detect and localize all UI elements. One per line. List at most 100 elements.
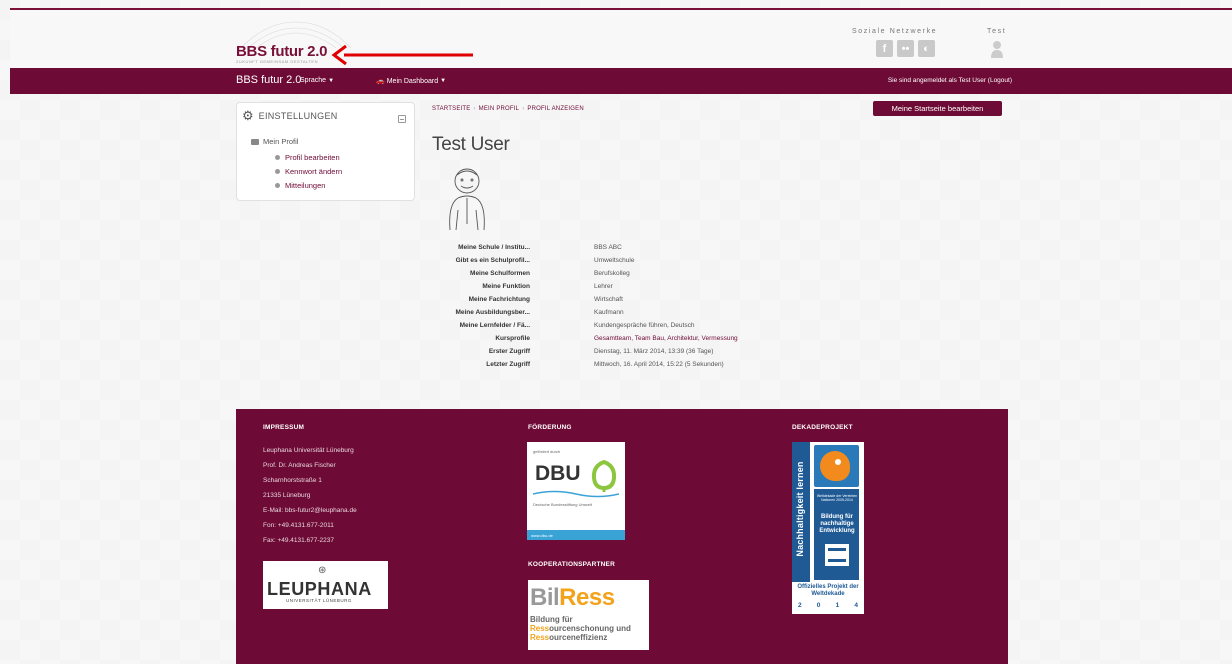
bullet-icon [275, 169, 280, 174]
dbu-subtitle: Deutsche Bundesstiftung Umwelt [533, 502, 592, 507]
impressum-line: Leuphana Universität Lüneburg [263, 447, 354, 454]
impressum-line: 21335 Lüneburg [263, 492, 311, 499]
impressum-email[interactable]: E-Mail: bbs-futur2@leuphana.de [263, 507, 357, 514]
login-status[interactable]: Sie sind angemeldet als Test User (Logou… [888, 77, 1012, 84]
dekade-small-text: Weltdekade der Vereinten Nationen 2005-2… [816, 494, 858, 502]
dashboard-icon: 🚗 [376, 78, 385, 85]
bilress-name: BilRess [530, 584, 615, 612]
impressum-line: Prof. Dr. Andreas Fischer [263, 462, 336, 469]
dbu-name: DBU [535, 462, 581, 485]
settings-title: EINSTELLUNGEN [258, 110, 338, 121]
tree-item-edit-profile[interactable]: Profil bearbeiten [275, 153, 340, 162]
red-arrow-annotation-icon [331, 45, 473, 65]
leuphana-name: LEUPHANA [267, 579, 372, 599]
circle-icon[interactable]: ◐ [918, 40, 935, 57]
dekade-logo[interactable]: Nachhaltigkeit lernen Weltdekade der Ver… [792, 442, 864, 614]
profile-label: Kursprofile [495, 335, 530, 342]
logo-subtitle: ZUKUNFT GEMEINSAM GESTALTEN [236, 59, 318, 64]
impressum-fax: Fax: +49.4131.677-2237 [263, 537, 335, 544]
breadcrumb-separator: › [522, 106, 525, 112]
bilress-logo[interactable]: BilRess Bildung für Ressourcenschonung u… [528, 580, 649, 650]
profile-row: Gibt es ein Schulprofil... Umweltschule [400, 257, 800, 269]
footer: IMPRESSUM Leuphana Universität Lüneburg … [236, 409, 1008, 664]
bilress-text: ourceneffizienz [549, 633, 608, 642]
dbu-url: www.dbu.de [531, 533, 553, 538]
dekade-bfne-text: Bildung für nachhaltige Entwicklung [819, 514, 855, 534]
nav-language-menu[interactable]: Sprache ▼ [300, 77, 334, 84]
profile-value: BBS ABC [594, 244, 622, 251]
profile-row: Meine Funktion Lehrer [400, 283, 800, 295]
dekade-year-digit: 1 [835, 602, 840, 609]
dekade-face-shape [820, 451, 850, 481]
tree-root-label: Mein Profil [263, 137, 299, 146]
profile-row: Letzter Zugriff Mittwoch, 16. April 2014… [400, 361, 800, 373]
leuphana-logo[interactable]: ⊛ LEUPHANA UNIVERSITÄT LÜNEBURG [263, 561, 388, 609]
impressum-title: IMPRESSUM [263, 424, 305, 431]
logo-title: BBS futur 2.0 [236, 43, 328, 60]
dbu-wave-icon [533, 490, 619, 498]
breadcrumb: STARTSEITE › MEIN PROFIL › PROFIL ANZEIGEN [432, 106, 584, 112]
avatar [449, 168, 485, 231]
facebook-icon[interactable]: f [876, 40, 893, 57]
profile-value: Umweltschule [594, 257, 635, 264]
profile-label: Meine Schule / Institu... [458, 244, 530, 251]
profile-row: Erster Zugriff Dienstag, 11. März 2014, … [400, 348, 800, 360]
bullet-icon [275, 155, 280, 160]
profile-row: Meine Schule / Institu... BBS ABC [400, 244, 800, 256]
dekade-title: DEKADEPROJEKT [792, 424, 853, 431]
bilress-text: ourcenschonung und [549, 624, 631, 633]
profile-value: Wirtschaft [594, 296, 623, 303]
profile-row: Meine Schulformen Berufskolleg [400, 270, 800, 282]
dbu-leaf-icon [591, 460, 617, 492]
dekade-year-digit: 2 [798, 602, 802, 609]
dbu-logo[interactable]: gefördert durch DBU Deutsche Bundesstift… [527, 442, 625, 540]
nav-dashboard-label: Mein Dashboard [386, 77, 439, 85]
nav-language-label: Sprache [300, 77, 327, 84]
collapse-icon[interactable] [398, 115, 406, 123]
profile-label: Meine Fachrichtung [468, 296, 530, 303]
dbu-top-text: gefördert durch [533, 449, 561, 454]
edit-homepage-button[interactable]: Meine Startseite bearbeiten [873, 101, 1002, 116]
profile-label: Letzter Zugriff [486, 361, 530, 368]
unesco-temple-shape [828, 548, 846, 562]
profile-row: Meine Ausbildungsber... Kaufmann [400, 309, 800, 321]
chevron-down-icon: ▼ [440, 78, 447, 84]
nav-dashboard-menu[interactable]: 🚗 Mein Dashboard ▼ [376, 77, 447, 86]
tree-item-messages[interactable]: Mitteilungen [275, 181, 325, 190]
profile-value: Lehrer [594, 283, 613, 290]
navbar: BBS futur 2.0 Sprache ▼ 🚗 Mein Dashboard… [10, 68, 1232, 94]
flickr-icon[interactable]: •• [897, 40, 914, 57]
bilress-line: Bildung für [530, 615, 573, 624]
settings-block: ⚙ EINSTELLUNGEN Mein Profil Profil bearb… [236, 102, 415, 201]
dekade-vertical-band: Nachhaltigkeit lernen [792, 442, 810, 582]
foerderung-title: FÖRDERUNG [528, 424, 572, 431]
profile-label: Meine Ausbildungsber... [455, 309, 530, 316]
dekade-face-icon [814, 445, 859, 487]
course-profile-links[interactable]: Gesamtteam, Team Bau, Architektur, Verme… [594, 335, 738, 342]
tree-item-change-password[interactable]: Kennwort ändern [275, 167, 342, 176]
breadcrumb-profile[interactable]: MEIN PROFIL [479, 106, 520, 112]
tree-item-label: Kennwort ändern [285, 167, 343, 176]
profile-row: Meine Lernfelder / Fä... Kundengespräche… [400, 322, 800, 334]
dekade-official-text: Offizielles Projekt der Weltdekade [797, 584, 859, 597]
page-title: Test User [432, 134, 510, 155]
nav-brand[interactable]: BBS futur 2.0 [236, 74, 301, 86]
settings-header: ⚙ EINSTELLUNGEN [242, 109, 338, 122]
profile-label: Gibt es ein Schulprofil... [455, 257, 530, 264]
header [10, 10, 1232, 68]
bilress-highlight: Ress [530, 633, 550, 642]
user-silhouette-icon[interactable] [990, 40, 1004, 58]
chevron-down-icon: ▼ [328, 77, 335, 84]
breadcrumb-view-profile[interactable]: PROFIL ANZEIGEN [527, 106, 583, 112]
profile-row: Meine Fachrichtung Wirtschaft [400, 296, 800, 308]
gears-icon: ⚙ [242, 108, 254, 123]
profile-label: Erster Zugriff [488, 348, 530, 355]
bilress-line: Ressourceneffizienz [530, 633, 631, 642]
social-networks-title: Soziale Netzwerke [852, 28, 938, 35]
bullet-icon [275, 183, 280, 188]
bilress-line: Ressourcenschonung und [530, 624, 631, 633]
breadcrumb-home[interactable]: STARTSEITE [432, 106, 470, 112]
tree-root-profile[interactable]: Mein Profil [251, 137, 298, 146]
bilress-ress: Ress [559, 584, 615, 611]
profile-value: Dienstag, 11. März 2014, 13:39 (36 Tage) [594, 348, 714, 355]
